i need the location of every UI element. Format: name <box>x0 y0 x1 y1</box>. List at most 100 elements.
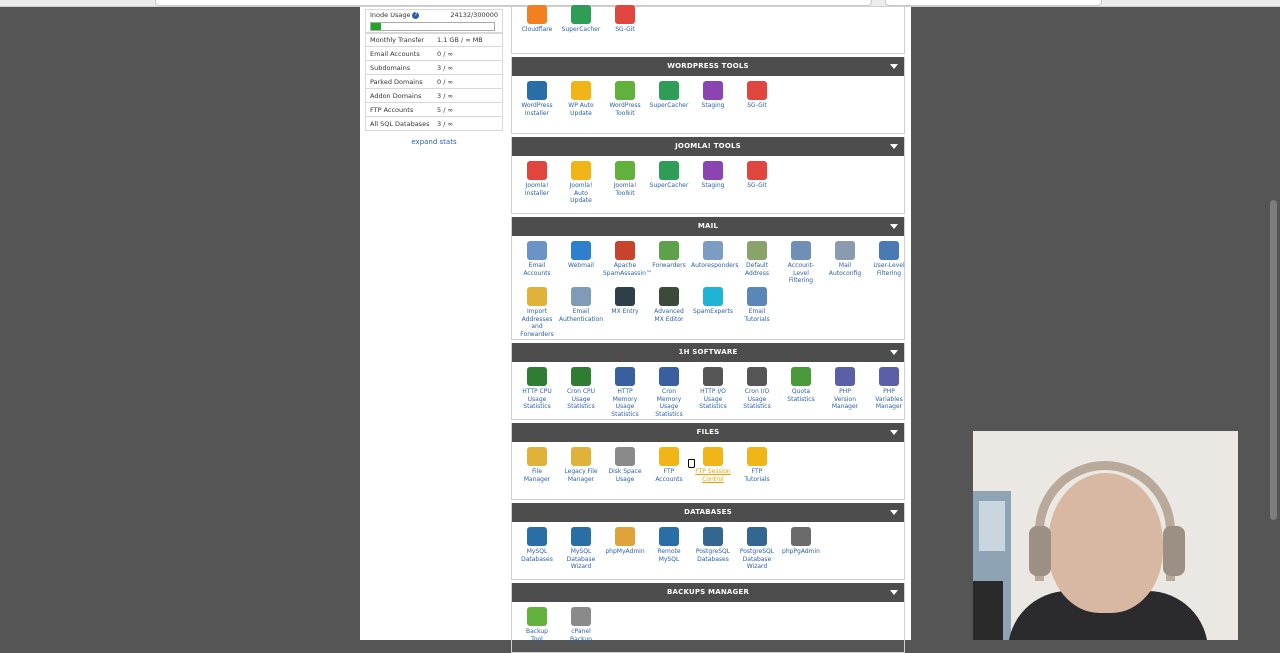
tool-wp-auto-update[interactable]: WP Auto Update <box>559 81 603 117</box>
section-header[interactable]: BACKUPS MANAGER <box>512 583 904 602</box>
help-icon[interactable]: ? <box>412 11 420 19</box>
section-header[interactable]: JOOMLA! TOOLS <box>512 137 904 156</box>
collapse-arrow-icon[interactable] <box>890 430 898 435</box>
supercacher-icon <box>571 5 591 24</box>
tool-default-address[interactable]: Default Address <box>735 241 779 277</box>
autoresponder-icon <box>703 241 723 260</box>
wordpress-toolkit-icon <box>615 81 635 100</box>
tool-http-memory-usage-statistics[interactable]: HTTP Memory Usage Statistics <box>603 367 647 418</box>
tool-joomla-toolkit[interactable]: Joomla! Toolkit <box>603 161 647 197</box>
tool-email-accounts[interactable]: Email Accounts <box>515 241 559 277</box>
section-wordpress-tools: WORDPRESS TOOLS WordPress Installer WP Aut… <box>511 57 905 134</box>
php-variables-icon <box>879 367 899 386</box>
tool-sg-git[interactable]: SG-Git <box>603 5 647 34</box>
section-header[interactable]: MAIL <box>512 217 904 236</box>
section-header[interactable]: WORDPRESS TOOLS <box>512 57 904 76</box>
tool-email-tutorials[interactable]: Email Tutorials <box>735 287 779 323</box>
tool-staging[interactable]: Staging <box>691 161 735 190</box>
cloudflare-icon <box>527 5 547 24</box>
stat-row-all-sql-databases: All SQL Databases 3 / ∞ <box>365 117 503 131</box>
tool-staging[interactable]: Staging <box>691 81 735 110</box>
tool-label: Quota Statistics <box>787 388 815 403</box>
tool-label: HTTP Memory Usage Statistics <box>611 388 639 418</box>
tool-ftp-tutorials[interactable]: FTP Tutorials <box>735 447 779 483</box>
tool-phppgadmin[interactable]: phpPgAdmin <box>779 527 823 556</box>
tool-sg-git[interactable]: SG-Git <box>735 161 779 190</box>
tool-forwarders[interactable]: Forwarders <box>647 241 691 270</box>
inode-usage-value: 24132/300000 <box>450 11 498 19</box>
stat-row-ftp-accounts: FTP Accounts 5 / ∞ <box>365 103 503 117</box>
tool-wordpress-installer[interactable]: WordPress Installer <box>515 81 559 117</box>
tool-quota-statistics[interactable]: Quota Statistics <box>779 367 823 403</box>
tool-spamexperts[interactable]: SpamExperts <box>691 287 735 316</box>
tool-http-i-o-usage-statistics[interactable]: HTTP I/O Usage Statistics <box>691 367 735 411</box>
tool-postgresql-databases[interactable]: PostgreSQL Databases <box>691 527 735 563</box>
section-title: WORDPRESS TOOLS <box>667 62 749 70</box>
tool-ftp-accounts[interactable]: FTP Accounts <box>647 447 691 483</box>
tool-autoresponders[interactable]: Autoresponders <box>691 241 738 270</box>
tool-advanced-mx-editor[interactable]: Advanced MX Editor <box>647 287 691 323</box>
tool-http-cpu-usage-statistics[interactable]: HTTP CPU Usage Statistics <box>515 367 559 411</box>
http-cpu-icon <box>527 367 547 386</box>
tool-label: WordPress Toolkit <box>609 102 641 117</box>
collapse-arrow-icon[interactable] <box>890 590 898 595</box>
tool-label: MySQL Databases <box>521 548 553 563</box>
collapse-arrow-icon[interactable] <box>890 64 898 69</box>
section-header[interactable]: DATABASES <box>512 503 904 522</box>
tool-legacy-file-manager[interactable]: Legacy File Manager <box>559 447 603 483</box>
tool-label: Account- Level Filtering <box>787 262 815 284</box>
tool-label: cPanel Backup <box>570 628 592 643</box>
tool-cloudflare[interactable]: Cloudflare <box>515 5 559 34</box>
postgresql-icon <box>703 527 723 546</box>
tool-wordpress-toolkit[interactable]: WordPress Toolkit <box>603 81 647 117</box>
tool-email-authentication[interactable]: Email Authentication <box>559 287 603 323</box>
tool-supercacher[interactable]: SuperCacher <box>559 5 603 34</box>
mouse-cursor <box>688 459 695 468</box>
tool-php-variables-manager[interactable]: PHP Variables Manager <box>867 367 911 411</box>
stat-value: 5 / ∞ <box>437 105 453 114</box>
section-databases: DATABASES MySQL Databases MySQL Database W… <box>511 503 905 580</box>
tool-cron-memory-usage-statistics[interactable]: Cron Memory Usage Statistics <box>647 367 691 418</box>
tool-webmail[interactable]: Webmail <box>559 241 603 270</box>
tool-cron-i-o-usage-statistics[interactable]: Cron I/O Usage Statistics <box>735 367 779 411</box>
tool-disk-space-usage[interactable]: Disk Space Usage <box>603 447 647 483</box>
section-header[interactable]: FILES <box>512 423 904 442</box>
address-bar[interactable] <box>155 0 872 6</box>
section-header[interactable]: 1H SOFTWARE <box>512 343 904 362</box>
tool-ftp-session-control[interactable]: FTP Session Control <box>691 447 735 483</box>
stat-value: 3 / ∞ <box>437 119 453 128</box>
tool-mysql-databases[interactable]: MySQL Databases <box>515 527 559 563</box>
section-title: MAIL <box>697 222 719 230</box>
tool-apache-spamassassin[interactable]: Apache SpamAssassin™ <box>603 241 652 277</box>
tool-mx-entry[interactable]: MX Entry <box>603 287 647 316</box>
tool-import-addresses-and-forwarders[interactable]: Import Addresses and Forwarders <box>515 287 559 338</box>
page-scrollbar[interactable] <box>1270 200 1277 520</box>
webcam-headphone-left <box>1029 526 1051 576</box>
tool-supercacher[interactable]: SuperCacher <box>647 161 691 190</box>
tool-backup-tool[interactable]: Backup Tool <box>515 607 559 643</box>
tool-cron-cpu-usage-statistics[interactable]: Cron CPU Usage Statistics <box>559 367 603 411</box>
tool-supercacher[interactable]: SuperCacher <box>647 81 691 110</box>
tool-label: phpPgAdmin <box>782 548 820 555</box>
tool-user-level-filtering[interactable]: User-Level Filtering <box>867 241 911 277</box>
tool-phpmyadmin[interactable]: phpMyAdmin <box>603 527 647 556</box>
tool-label: Cron I/O Usage Statistics <box>743 388 771 410</box>
tool-postgresql-database-wizard[interactable]: PostgreSQL Database Wizard <box>735 527 779 571</box>
mysql-wizard-icon <box>571 527 591 546</box>
collapse-arrow-icon[interactable] <box>890 350 898 355</box>
tool-cpanel-backup[interactable]: cPanel Backup <box>559 607 603 643</box>
tool-php-version-manager[interactable]: PHP Version Manager <box>823 367 867 411</box>
tool-file-manager[interactable]: File Manager <box>515 447 559 483</box>
collapse-arrow-icon[interactable] <box>890 510 898 515</box>
tool-sg-git[interactable]: SG-Git <box>735 81 779 110</box>
browser-search-field[interactable] <box>885 0 1102 6</box>
tool-remote-mysql[interactable]: Remote MySQL <box>647 527 691 563</box>
expand-stats-link[interactable]: expand stats <box>365 138 503 146</box>
collapse-arrow-icon[interactable] <box>890 224 898 229</box>
tool-mysql-database-wizard[interactable]: MySQL Database Wizard <box>559 527 603 571</box>
tool-mail-autoconfig[interactable]: Mail Autoconfig <box>823 241 867 277</box>
tool-joomla-installer[interactable]: Joomla! Installer <box>515 161 559 197</box>
tool-account-level-filtering[interactable]: Account- Level Filtering <box>779 241 823 285</box>
collapse-arrow-icon[interactable] <box>890 144 898 149</box>
tool-joomla-auto-update[interactable]: Joomla! Auto Update <box>559 161 603 205</box>
